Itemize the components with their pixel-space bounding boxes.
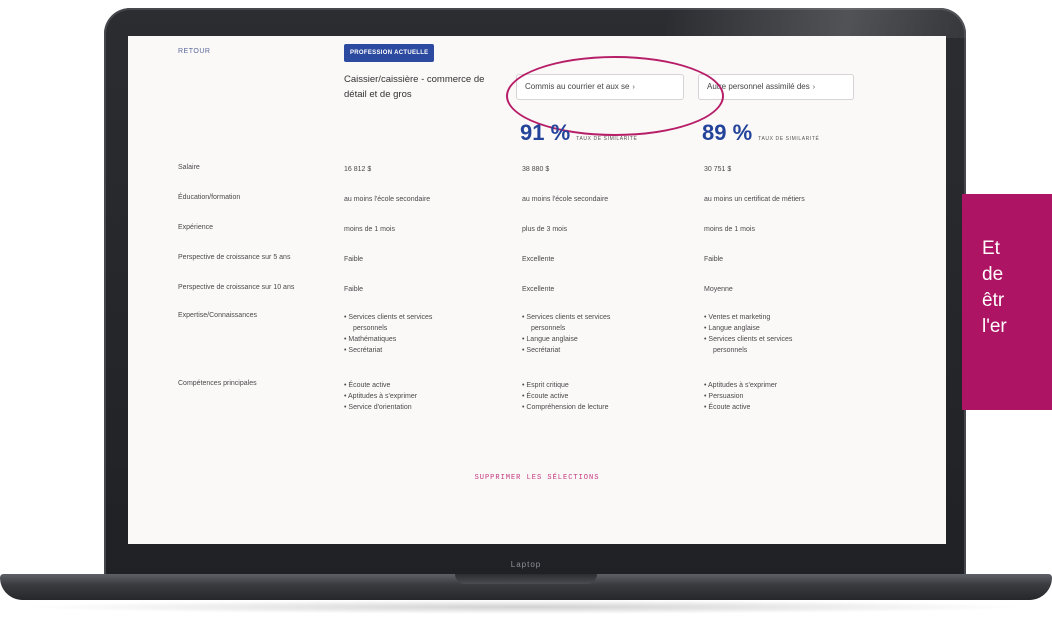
list-item: Écoute active <box>704 402 777 413</box>
row-cell: Excellente <box>522 256 555 263</box>
list-item: Persuasion <box>704 391 777 402</box>
similarity-rate-2: 89 % TAUX DE SIMILARITÉ <box>702 120 819 146</box>
row-cell: au moins l'école secondaire <box>522 196 609 203</box>
laptop-brand-label: Laptop <box>510 560 542 569</box>
row-cell: Faible <box>704 256 724 263</box>
side-panel-line: l'er <box>982 316 1007 337</box>
row-cell-list: Services clients et services personnels … <box>522 312 610 356</box>
delete-selections-link[interactable]: SUPPRIMER LES SÉLECTIONS <box>128 474 946 482</box>
row-label: Perspective de croissance sur 5 ans <box>178 254 291 261</box>
list-item: personnels <box>713 347 748 354</box>
row-cell: Moyenne <box>704 286 733 293</box>
side-text-panel: Et de êtr l'er <box>962 194 1052 410</box>
side-panel-line: êtr <box>982 290 1005 311</box>
laptop-screen: RETOUR PROFESSION ACTUELLE Caissier/cais… <box>128 36 946 544</box>
similarity-value: 91 % <box>520 120 571 145</box>
similarity-label: TAUX DE SIMILARITÉ <box>758 136 820 142</box>
laptop-shadow <box>20 600 1032 614</box>
row-label: Expertise/Connaissances <box>178 312 257 319</box>
row-label: Perspective de croissance sur 10 ans <box>178 284 295 291</box>
list-item: Services clients et services <box>522 312 610 323</box>
list-item: Aptitudes à s'exprimer <box>344 391 417 402</box>
row-cell-list: Esprit critique Écoute active Compréhens… <box>522 380 609 413</box>
row-cell: 16 812 $ <box>344 166 372 173</box>
back-link[interactable]: RETOUR <box>178 48 210 55</box>
row-cell: au moins un certificat de métiers <box>704 196 805 203</box>
row-cell: plus de 3 mois <box>522 226 568 233</box>
row-cell: Faible <box>344 256 364 263</box>
row-cell-list: Ventes et marketing Langue anglaise Serv… <box>704 312 792 356</box>
row-cell: moins de 1 mois <box>704 226 755 233</box>
list-item: Services clients et services <box>344 312 432 323</box>
row-cell: Faible <box>344 286 364 293</box>
list-item: Langue anglaise <box>704 323 792 334</box>
row-cell: Excellente <box>522 286 555 293</box>
list-item: Écoute active <box>522 391 609 402</box>
current-profession-badge: PROFESSION ACTUELLE <box>344 44 435 62</box>
list-item: Secrétariat <box>522 345 610 356</box>
row-label: Compétences principales <box>178 380 257 387</box>
list-item: Langue anglaise <box>522 334 610 345</box>
side-panel-line: Et <box>982 238 1000 259</box>
list-item: personnels <box>531 325 566 332</box>
row-cell-list: Écoute active Aptitudes à s'exprimer Ser… <box>344 380 417 413</box>
side-panel-line: de <box>982 264 1004 285</box>
row-cell: au moins l'école secondaire <box>344 196 431 203</box>
list-item: Ventes et marketing <box>704 312 792 323</box>
row-cell: moins de 1 mois <box>344 226 395 233</box>
list-item: personnels <box>353 325 388 332</box>
lid-glare <box>666 8 966 38</box>
list-item: Écoute active <box>344 380 417 391</box>
laptop-base-notch <box>455 574 597 584</box>
similarity-label: TAUX DE SIMILARITÉ <box>576 136 638 142</box>
list-item: Service d'orientation <box>344 402 417 413</box>
row-label: Éducation/formation <box>178 194 241 201</box>
list-item: Esprit critique <box>522 380 609 391</box>
similarity-value: 89 % <box>702 120 753 145</box>
row-label: Expérience <box>178 224 214 231</box>
row-cell-list: Services clients et services personnels … <box>344 312 432 356</box>
list-item: Aptitudes à s'exprimer <box>704 380 777 391</box>
chevron-right-icon: › <box>812 84 816 91</box>
list-item: Compréhension de lecture <box>522 402 608 413</box>
list-item: Secrétariat <box>344 345 432 356</box>
similarity-rate-1: 91 % TAUX DE SIMILARITÉ <box>520 120 637 146</box>
row-cell: 38 880 $ <box>522 166 550 173</box>
row-label: Salaire <box>178 164 200 171</box>
list-item: Services clients et services <box>704 334 792 345</box>
current-occupation-title: Caissier/caissière - commerce de détail … <box>344 74 485 100</box>
list-item: Mathématiques <box>344 334 432 345</box>
row-cell: 30 751 $ <box>704 166 732 173</box>
row-cell-list: Aptitudes à s'exprimer Persuasion Écoute… <box>704 380 777 413</box>
